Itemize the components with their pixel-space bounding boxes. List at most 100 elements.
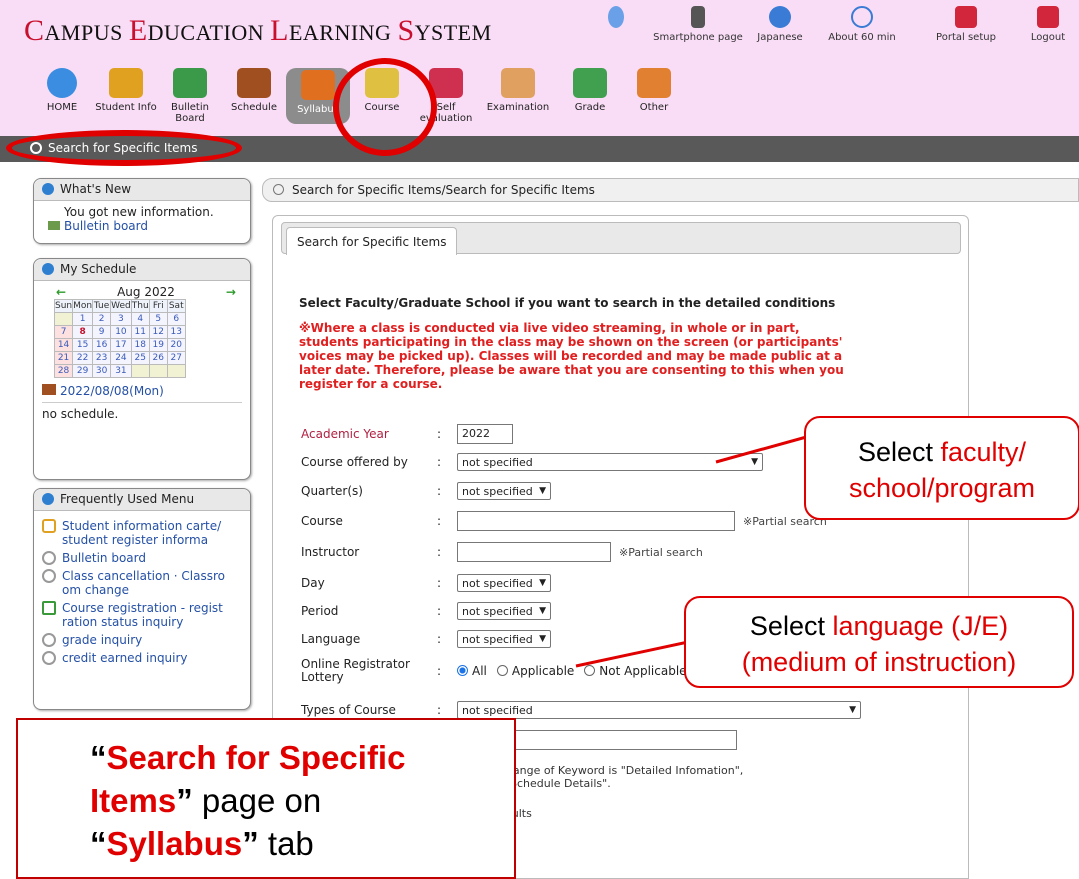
calendar-day[interactable]: 29 (72, 364, 94, 378)
calendar-day[interactable]: 15 (72, 338, 94, 352)
japanese-link[interactable]: Japanese (757, 6, 803, 43)
calendar-day[interactable]: 2 (92, 312, 112, 326)
day-select[interactable]: not specified ▼ (457, 574, 551, 592)
radio-all[interactable]: All (457, 664, 487, 678)
logout-button[interactable]: Logout (1025, 6, 1071, 43)
home-icon (47, 68, 77, 98)
panel-header: Frequently Used Menu (34, 489, 250, 511)
calendar-day[interactable]: 3 (110, 312, 132, 326)
nav-student-info[interactable]: Student Info (94, 68, 158, 124)
search-icon (42, 633, 56, 647)
chevron-down-icon: ▼ (849, 705, 856, 715)
types-of-course-select[interactable]: not specified ▼ (457, 701, 861, 719)
calendar-day[interactable]: 25 (130, 351, 150, 365)
calendar-day[interactable]: 20 (166, 338, 186, 352)
nav-home[interactable]: HOME (30, 68, 94, 124)
calendar-day[interactable]: 5 (148, 312, 168, 326)
menu-bulletin-board[interactable]: Bulletin board (42, 551, 242, 565)
weekday-header: Wed (110, 299, 132, 313)
nav-other[interactable]: Other (622, 68, 686, 124)
menu-credit-earned[interactable]: credit earned inquiry (42, 651, 242, 665)
calendar-day (53, 312, 74, 326)
panel-header: What's New (34, 179, 250, 201)
radio-applicable[interactable]: Applicable (487, 664, 574, 678)
profile-button[interactable] (593, 6, 639, 43)
field-label: Academic Year (301, 426, 389, 441)
field-label: Course offered by (301, 454, 408, 469)
calendar-day[interactable]: 9 (92, 325, 112, 339)
my-schedule-panel: My Schedule ← Aug 2022 → Sun Mon Tue Wed Thu… (33, 258, 251, 480)
next-month-icon[interactable]: → (226, 285, 236, 299)
keyword-note: h Range of Keyword is "Detailed Infomati… (495, 764, 744, 790)
weekday-header: Sat (166, 299, 186, 313)
academic-year-input[interactable]: 2022 (457, 424, 513, 444)
calendar-day[interactable]: 24 (110, 351, 132, 365)
syllabus-icon (301, 70, 335, 100)
nav-schedule[interactable]: Schedule (222, 68, 286, 124)
tools-icon (955, 6, 977, 28)
course-input[interactable] (457, 511, 735, 531)
menu-class-cancellation[interactable]: Class cancellation · Classro om change (42, 569, 242, 597)
app-header: CAMPUS EDUCATION LEARNING SYSTEM Smartph… (0, 0, 1079, 136)
frequent-menu-panel: Frequently Used Menu Student information… (33, 488, 251, 710)
board-icon (173, 68, 207, 98)
student-icon (42, 519, 56, 533)
whats-new-panel: What's New You got new information. Bull… (33, 178, 251, 244)
calendar-day[interactable]: 30 (92, 364, 112, 378)
calendar-day[interactable]: 6 (166, 312, 186, 326)
calendar-day[interactable]: 1 (72, 312, 94, 326)
calendar-day[interactable]: 22 (72, 351, 94, 365)
calendar-day[interactable]: 31 (110, 364, 132, 378)
student-icon (109, 68, 143, 98)
nav-examination[interactable]: Examination (478, 68, 558, 124)
calendar-day[interactable]: 16 (92, 338, 112, 352)
calendar-day[interactable]: 28 (53, 364, 74, 378)
chevron-down-icon: ▼ (539, 486, 546, 496)
period-select[interactable]: not specified ▼ (457, 602, 551, 620)
field-types-of-course: Types of Course: not specified ▼ (301, 701, 861, 719)
prev-month-icon[interactable]: ← (56, 285, 66, 299)
calendar-day[interactable]: 4 (130, 312, 150, 326)
radio-not-applicable[interactable]: Not Applicable (574, 664, 687, 678)
bulletin-board-link[interactable]: Bulletin board (42, 219, 242, 233)
calendar-day[interactable]: 18 (130, 338, 150, 352)
schedule-status: no schedule. (42, 407, 119, 421)
language-select[interactable]: not specified ▼ (457, 630, 551, 648)
nav-bulletin-board[interactable]: Bulletin Board (158, 68, 222, 124)
schedule-date-link[interactable]: 2022/08/08(Mon) (42, 384, 242, 403)
calendar-day[interactable]: 7 (53, 325, 74, 339)
radio-button (457, 665, 468, 676)
course-offered-by-select[interactable]: not specified ▼ (457, 453, 763, 471)
callout-select-language: Select language (J/E) (medium of instruc… (684, 596, 1074, 688)
quarters-select[interactable]: not specified ▼ (457, 482, 551, 500)
instructor-input[interactable] (457, 542, 611, 562)
search-icon (42, 551, 56, 565)
calendar-day[interactable]: 12 (148, 325, 168, 339)
calendar-day[interactable]: 23 (92, 351, 112, 365)
calendar-day[interactable]: 21 (53, 351, 74, 365)
calendar-day[interactable]: 13 (166, 325, 186, 339)
page-explanation-note: “Search for Specific Items” page on “Syl… (16, 718, 516, 879)
calendar-day[interactable]: 17 (110, 338, 132, 352)
field-course: Course: ※Partial search (301, 511, 827, 531)
session-time-link[interactable]: About 60 min (817, 6, 907, 43)
calendar-day[interactable]: 10 (110, 325, 132, 339)
menu-course-registration[interactable]: Course registration - regist ration stat… (42, 601, 242, 629)
calendar-day[interactable]: 26 (148, 351, 168, 365)
news-message: You got new information. (64, 205, 214, 219)
portal-setup-link[interactable]: Portal setup (921, 6, 1011, 43)
menu-student-info-carte[interactable]: Student information carte/ student regis… (42, 519, 242, 547)
calendar-day[interactable]: 11 (130, 325, 150, 339)
smartphone-icon (691, 6, 705, 28)
calendar-day[interactable]: 14 (53, 338, 74, 352)
tab-search-specific-items[interactable]: Search for Specific Items (286, 227, 458, 255)
calendar-day-today[interactable]: 8 (72, 325, 94, 339)
nav-grade[interactable]: Grade (558, 68, 622, 124)
calendar-day[interactable]: 19 (148, 338, 168, 352)
field-label: Language (301, 631, 361, 646)
menu-grade-inquiry[interactable]: grade inquiry (42, 633, 242, 647)
smartphone-page-link[interactable]: Smartphone page (653, 6, 743, 43)
grade-icon (573, 68, 607, 98)
calendar-day[interactable]: 27 (166, 351, 186, 365)
info-icon (42, 263, 54, 275)
